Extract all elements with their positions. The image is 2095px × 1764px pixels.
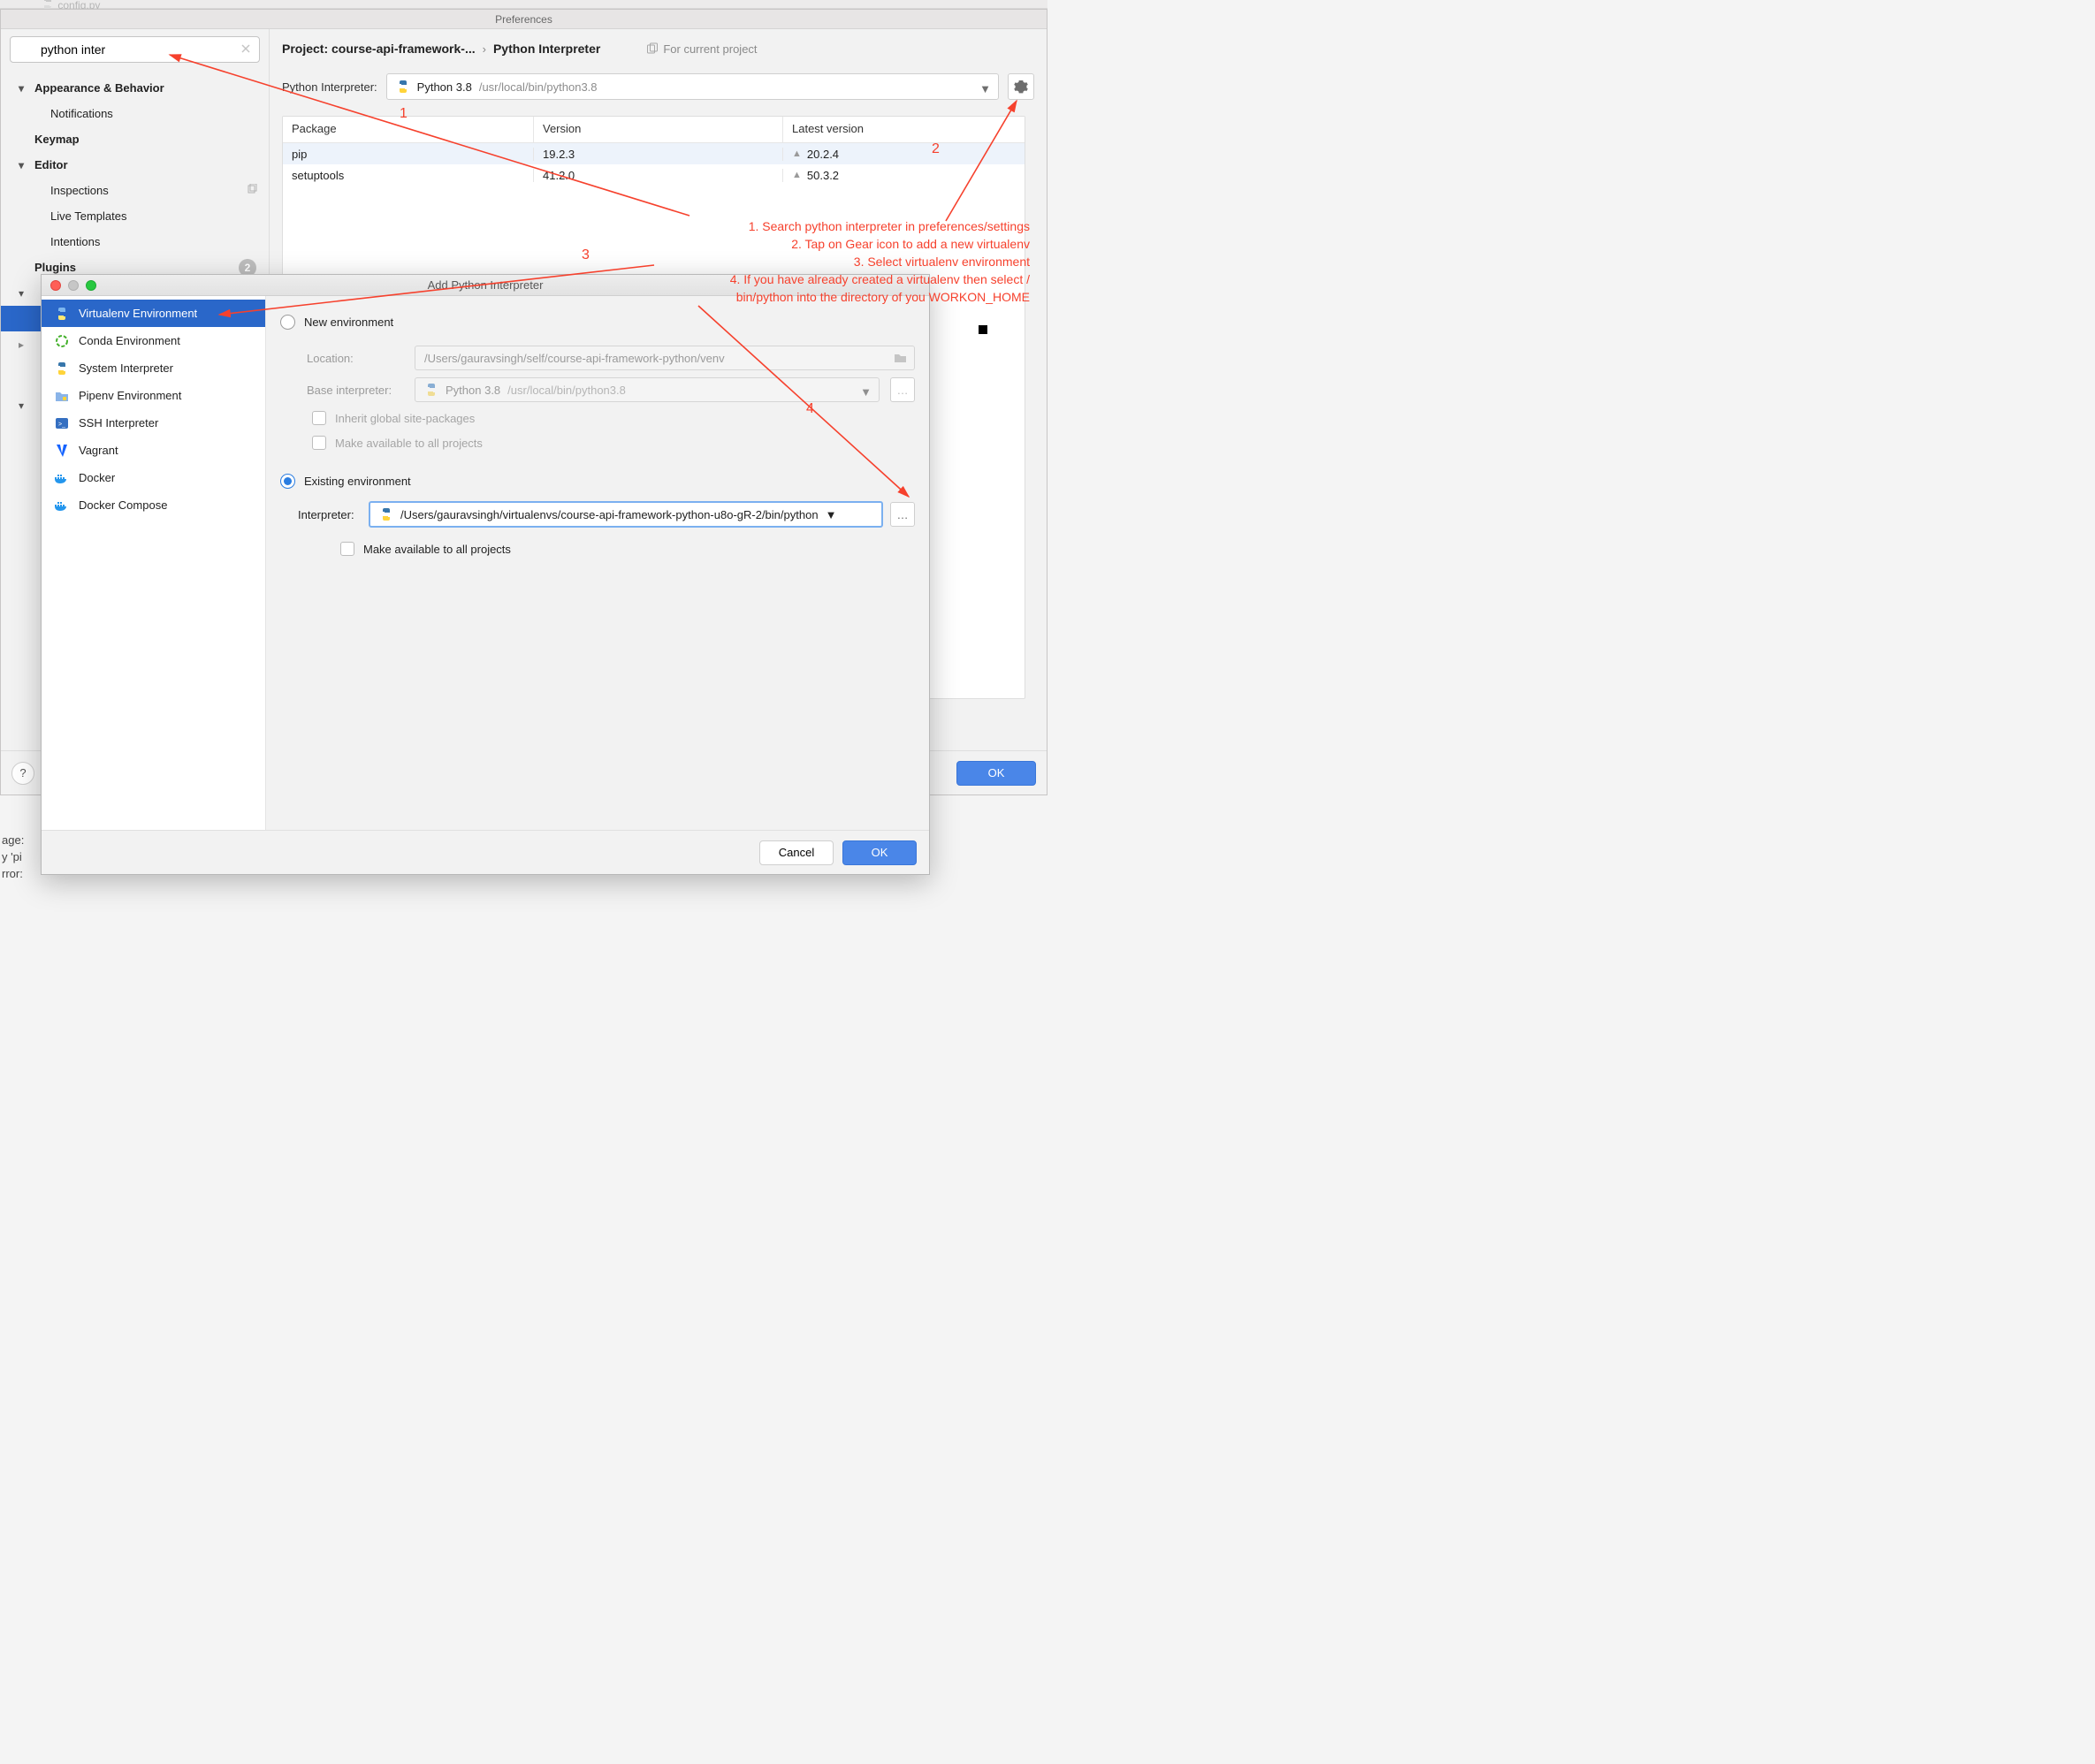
cancel-button[interactable]: Cancel: [759, 840, 834, 865]
col-latest[interactable]: Latest version: [783, 117, 1025, 142]
copy-icon: [646, 42, 659, 55]
folder-icon: [894, 352, 907, 366]
chevron-down-icon: ▼: [860, 385, 872, 399]
python-icon: [379, 507, 393, 521]
annotation-number-3: 3: [582, 247, 590, 263]
interpreter-dropdown[interactable]: Python 3.8 /usr/local/bin/python3.8 ▼: [386, 73, 999, 100]
location-label: Location:: [307, 352, 404, 365]
preferences-title: Preferences: [1, 10, 1047, 29]
add-interpreter-dialog: Add Python Interpreter Virtualenv Enviro…: [41, 274, 930, 875]
breadcrumb-project[interactable]: Project: course-api-framework-...: [282, 42, 476, 56]
vagrant-icon: [54, 444, 70, 458]
python-icon: [396, 80, 410, 94]
chevron-right-icon: ▸: [19, 338, 29, 351]
python-icon: [54, 307, 70, 321]
sidebar-intentions[interactable]: Intentions: [1, 229, 269, 255]
ok-button[interactable]: OK: [956, 761, 1036, 786]
existing-interpreter-dropdown[interactable]: /Users/gauravsingh/virtualenvs/course-ap…: [369, 501, 883, 528]
base-interpreter-field: Python 3.8 /usr/local/bin/python3.8 ▼: [415, 377, 880, 402]
table-row[interactable]: setuptools 41.2.0 ▲50.3.2: [283, 164, 1025, 186]
radio-new-environment[interactable]: New environment: [280, 310, 915, 333]
help-button[interactable]: ?: [11, 762, 34, 785]
type-system[interactable]: System Interpreter: [42, 354, 265, 382]
table-row[interactable]: pip 19.2.3 ▲20.2.4: [283, 143, 1025, 164]
browse-button[interactable]: …: [890, 502, 915, 527]
folder-icon: [54, 390, 70, 402]
chevron-down-icon: ▼: [979, 82, 991, 95]
chevron-down-icon: ▾: [19, 287, 29, 300]
checkbox-icon: [312, 411, 326, 425]
col-package[interactable]: Package: [283, 117, 534, 142]
type-docker-compose[interactable]: Docker Compose: [42, 491, 265, 519]
console-output: age: y 'pi rror:: [0, 832, 24, 882]
dialog-main: New environment Location: /Users/gauravs…: [266, 296, 929, 830]
chevron-down-icon: ▾: [19, 159, 29, 171]
annotation-number-2: 2: [932, 141, 940, 157]
location-field: /Users/gauravsingh/self/course-api-frame…: [415, 346, 915, 370]
chevron-right-icon: ›: [483, 42, 486, 56]
radio-icon: [280, 315, 295, 330]
type-vagrant[interactable]: Vagrant: [42, 437, 265, 464]
python-icon: [54, 361, 70, 376]
sidebar-editor[interactable]: ▾ Editor: [1, 152, 269, 178]
ssh-icon: >_: [54, 417, 70, 430]
breadcrumb-page: Python Interpreter: [493, 42, 600, 56]
ok-button[interactable]: OK: [842, 840, 917, 865]
sidebar-keymap[interactable]: Keymap: [1, 126, 269, 152]
svg-text:>_: >_: [58, 422, 65, 428]
breadcrumb: Project: course-api-framework-... › Pyth…: [270, 29, 1038, 68]
sidebar-live-templates[interactable]: Live Templates: [1, 203, 269, 229]
col-version[interactable]: Version: [534, 117, 783, 142]
clear-icon[interactable]: [240, 42, 252, 57]
sidebar-appearance[interactable]: ▾ Appearance & Behavior: [1, 75, 269, 101]
gear-button[interactable]: [1008, 73, 1034, 100]
gear-icon: [1014, 80, 1028, 94]
base-interpreter-label: Base interpreter:: [307, 384, 404, 397]
interpreter-label: Python Interpreter:: [282, 80, 377, 94]
type-pipenv[interactable]: Pipenv Environment: [42, 382, 265, 409]
artifact: [979, 325, 987, 334]
checkbox-inherit: Inherit global site-packages: [312, 406, 915, 430]
chevron-down-icon: ▾: [19, 82, 29, 95]
annotation-number-1: 1: [400, 106, 408, 122]
checkbox-available-1: Make available to all projects: [312, 430, 915, 455]
checkbox-icon: [340, 542, 354, 556]
copy-icon: [247, 184, 258, 198]
interpreter-type-list: Virtualenv Environment Conda Environment…: [42, 296, 266, 830]
chevron-down-icon: ▼: [826, 508, 837, 521]
search-input[interactable]: [10, 36, 260, 63]
conda-icon: [54, 334, 70, 348]
browse-button: …: [890, 377, 915, 402]
type-docker[interactable]: Docker: [42, 464, 265, 491]
radio-existing-environment[interactable]: Existing environment: [280, 469, 915, 492]
type-conda[interactable]: Conda Environment: [42, 327, 265, 354]
docker-icon: [54, 499, 70, 512]
upgrade-icon: ▲: [792, 170, 802, 180]
interpreter-label: Interpreter:: [298, 508, 362, 521]
python-icon: [424, 383, 438, 397]
annotation-text: 1. Search python interpreter in preferen…: [619, 217, 1030, 306]
editor-bg: [0, 0, 1048, 9]
dialog-footer: Cancel OK: [42, 830, 929, 874]
type-ssh[interactable]: >_ SSH Interpreter: [42, 409, 265, 437]
chevron-down-icon: ▾: [19, 399, 29, 412]
for-current-project: For current project: [646, 42, 757, 56]
upgrade-icon: ▲: [792, 148, 802, 159]
checkbox-available-2[interactable]: Make available to all projects: [340, 536, 915, 561]
docker-icon: [54, 472, 70, 484]
sidebar-inspections[interactable]: Inspections: [1, 178, 269, 203]
checkbox-icon: [312, 436, 326, 450]
annotation-number-4: 4: [806, 401, 814, 417]
radio-icon: [280, 474, 295, 489]
sidebar-notifications[interactable]: Notifications: [1, 101, 269, 126]
type-virtualenv[interactable]: Virtualenv Environment: [42, 300, 265, 327]
